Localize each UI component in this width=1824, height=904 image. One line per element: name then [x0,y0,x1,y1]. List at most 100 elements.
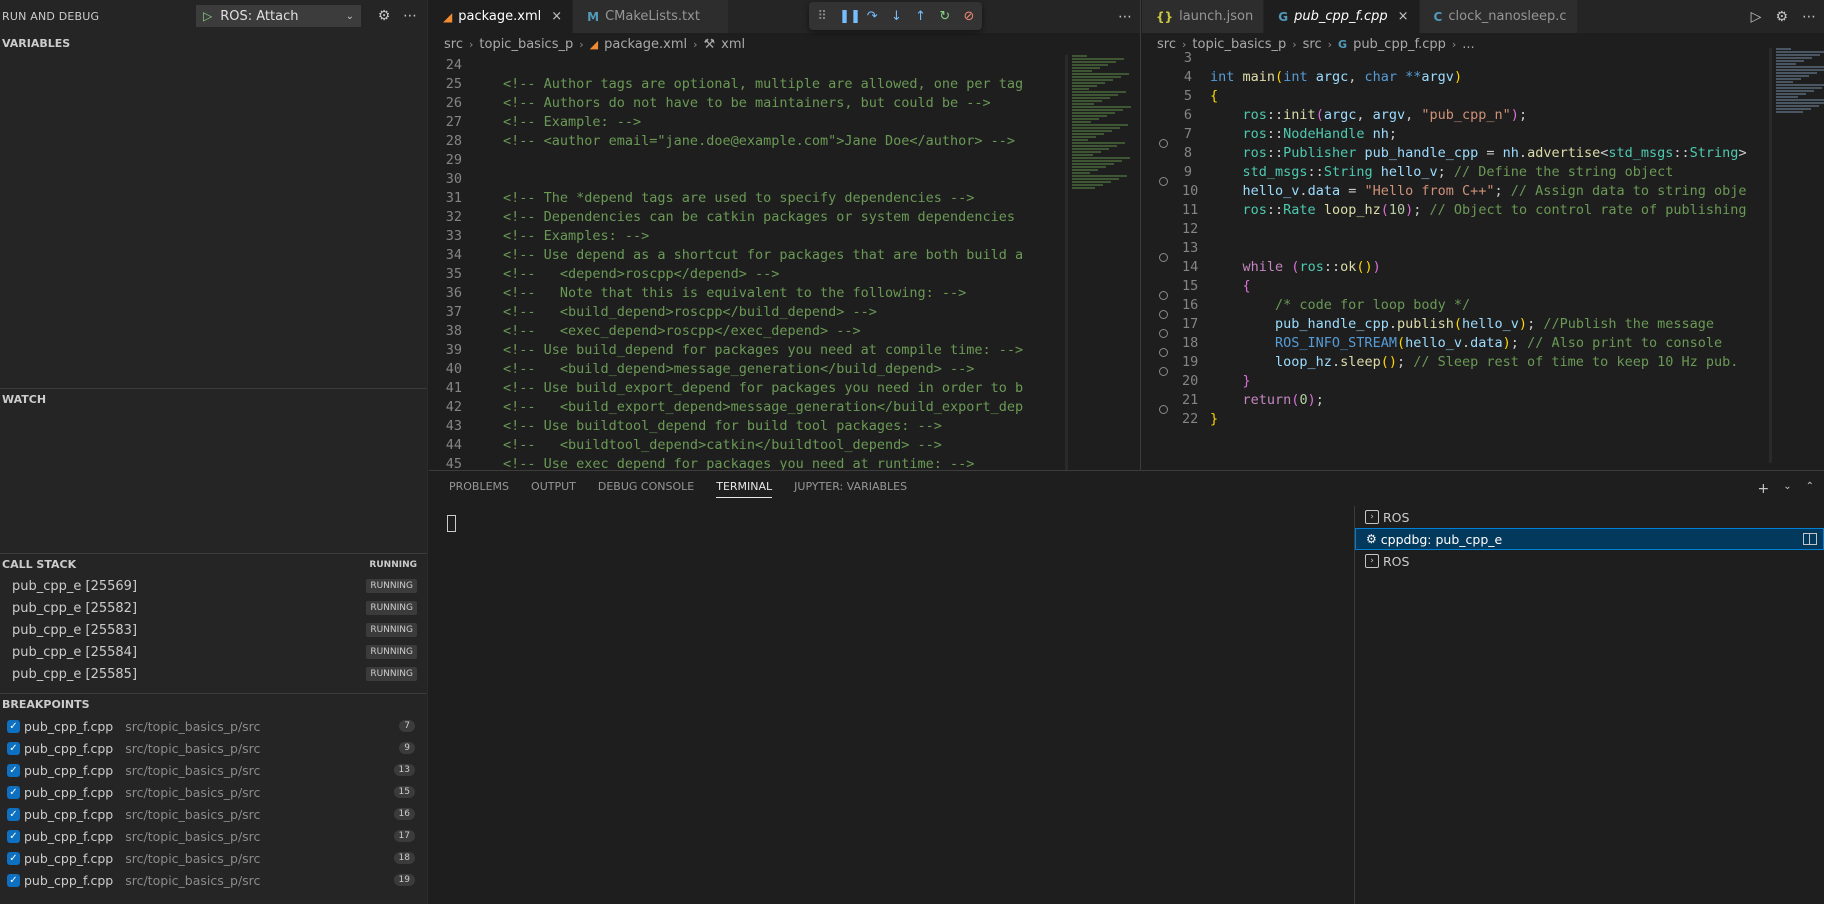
restart-icon[interactable]: ↻ [938,9,952,24]
new-terminal-icon[interactable]: + [1757,481,1769,497]
callstack-item[interactable]: pub_cpp_e [25584] RUNNING [0,641,427,663]
checkbox-checked-icon[interactable]: ✓ [7,851,20,865]
code-line: 12 [1142,219,1824,238]
code-line: 3 [1142,48,1824,67]
code-editor-xml[interactable]: 24 25 <!-- Author tags are optional, multi… [429,55,1140,470]
breakpoint-file: pub_cpp_f.cpp [24,872,114,888]
callstack-name: pub_cpp_e [25583] [12,622,138,638]
breakpoint-item[interactable]: ✓ pub_cpp_f.cpp src/topic_basics_p/src 9 [0,737,427,759]
breakpoint-item[interactable]: ✓ pub_cpp_f.cpp src/topic_basics_p/src 17 [0,825,427,847]
breakpoint-hint-icon[interactable] [1159,366,1168,376]
breakpoint-item[interactable]: ✓ pub_cpp_f.cpp src/topic_basics_p/src 16 [0,803,427,825]
callstack-item[interactable]: pub_cpp_e [25582] RUNNING [0,597,427,619]
more-icon[interactable]: ⋯ [397,8,423,24]
minimap-line [1072,160,1122,162]
close-icon[interactable]: × [1398,9,1409,24]
tab-jupyter-variables[interactable]: JUPYTER: VARIABLES [794,480,907,497]
line-number: 39 [445,341,462,358]
breakpoint-item[interactable]: ✓ pub_cpp_f.cpp src/topic_basics_p/src 13 [0,759,427,781]
tab-problems[interactable]: PROBLEMS [449,480,509,497]
code-line: 31 <!-- The *depend tags are used to spec… [429,188,1140,207]
variables-section-title[interactable]: VARIABLES [0,32,427,54]
checkbox-checked-icon[interactable]: ✓ [7,829,20,843]
terminal-item-ros[interactable]: › ROS [1355,506,1824,528]
close-icon[interactable]: × [551,9,562,24]
watch-section-title[interactable]: WATCH [0,388,427,410]
code-text: <!-- <buildtool_depend>catkin</buildtool… [503,436,942,453]
minimap[interactable] [1068,55,1140,470]
tab-launch-json[interactable]: {} launch.json [1142,0,1265,33]
line-number: 26 [445,94,462,111]
tab-pub-cpp-f[interactable]: G pub_cpp_f.cpp × [1264,0,1420,33]
disconnect-icon[interactable]: ⊘ [962,9,976,24]
callstack-section-title[interactable]: CALL STACK RUNNING [0,553,427,575]
more-actions-icon[interactable]: ⋯ [1118,9,1132,25]
grip-icon[interactable]: ⠿ [815,9,829,24]
callstack-item[interactable]: pub_cpp_e [25569] RUNNING [0,575,427,597]
breadcrumb-item[interactable]: xml [721,37,745,52]
breakpoint-hint-icon[interactable] [1159,176,1168,186]
chevron-up-icon[interactable]: ⌃ [1806,481,1814,497]
minimap-line [1072,58,1124,60]
minimap[interactable] [1772,48,1824,463]
code-text: <!-- The *depend tags are used to specif… [503,189,975,206]
breadcrumb-item[interactable]: src [444,37,463,52]
tab-output[interactable]: OUTPUT [531,480,576,497]
minimap-line [1072,115,1107,117]
breakpoint-hint-icon[interactable] [1159,347,1168,357]
pause-icon[interactable]: ❚❚ [839,9,861,24]
breakpoint-item[interactable]: ✓ pub_cpp_f.cpp src/topic_basics_p/src 15 [0,781,427,803]
line-number: 35 [445,265,462,282]
step-into-icon[interactable]: ↓ [889,9,903,24]
breakpoint-item[interactable]: ✓ pub_cpp_f.cpp src/topic_basics_p/src 18 [0,847,427,869]
gear-icon[interactable]: ⚙ [371,8,397,24]
breadcrumb-item[interactable]: topic_basics_p [479,37,573,52]
debug-config-select[interactable]: ▷ ROS: Attach ⌄ [196,5,361,27]
terminal-item-ros[interactable]: › ROS [1355,550,1824,572]
tab-clock-nanosleep[interactable]: C clock_nanosleep.c [1419,0,1578,33]
checkbox-checked-icon[interactable]: ✓ [7,763,20,777]
minimap-line [1072,67,1100,69]
terminal-cursor[interactable] [447,515,456,532]
more-actions-icon[interactable]: ⋯ [1802,9,1816,25]
callstack-item[interactable]: pub_cpp_e [25585] RUNNING [0,663,427,685]
checkbox-checked-icon[interactable]: ✓ [7,741,20,755]
breakpoint-item[interactable]: ✓ pub_cpp_f.cpp src/topic_basics_p/src 19 [0,869,427,891]
chevron-down-icon[interactable]: ⌄ [1783,481,1791,497]
run-debug-icon[interactable]: ▷ [1751,9,1762,25]
minimap-line [1072,97,1110,99]
breakpoint-hint-icon[interactable] [1159,328,1168,338]
breakpoint-line-badge: 18 [393,852,415,864]
tab-package-xml[interactable]: ◢ package.xml × [429,0,574,33]
checkbox-checked-icon[interactable]: ✓ [7,719,20,733]
code-line: 8 ros::Publisher pub_handle_cpp = nh.adv… [1183,144,1747,161]
split-terminal-icon[interactable] [1803,533,1817,545]
breakpoint-line-badge: 15 [393,786,415,798]
step-over-icon[interactable]: ↷ [865,9,879,24]
gear-icon[interactable]: ⚙ [1775,9,1788,25]
breakpoint-item[interactable]: ✓ pub_cpp_f.cpp src/topic_basics_p/src 7 [0,715,427,737]
step-out-icon[interactable]: ↑ [914,9,928,24]
breadcrumb-item[interactable]: package.xml [604,37,687,52]
checkbox-checked-icon[interactable]: ✓ [7,807,20,821]
line-number: 40 [445,360,462,377]
breakpoint-hint-icon[interactable] [1159,404,1168,414]
tab-cmakelists[interactable]: M CMakeLists.txt [573,0,729,33]
watch-title: WATCH [2,393,47,406]
status-badge: RUNNING [366,645,417,659]
breakpoint-hint-icon[interactable] [1159,138,1168,148]
breakpoint-file: pub_cpp_f.cpp [24,718,114,734]
tab-debug-console[interactable]: DEBUG CONSOLE [598,480,694,497]
tab-terminal[interactable]: TERMINAL [716,480,773,498]
breakpoint-hint-icon[interactable] [1159,290,1168,300]
checkbox-checked-icon[interactable]: ✓ [7,785,20,799]
start-debug-icon[interactable]: ▷ [203,9,212,23]
code-editor-cpp[interactable]: 3 4 int main(int argc, char **argv) 5{ 6 … [1142,48,1824,470]
checkbox-checked-icon[interactable]: ✓ [7,873,20,887]
terminal-item-cppdbg[interactable]: ⚙ cppdbg: pub_cpp_e [1355,528,1824,550]
callstack-item[interactable]: pub_cpp_e [25583] RUNNING [0,619,427,641]
breakpoints-section-title[interactable]: BREAKPOINTS [0,693,427,715]
breakpoint-hint-icon[interactable] [1159,309,1168,319]
breakpoint-hint-icon[interactable] [1159,252,1168,262]
line-number: 27 [445,113,462,130]
